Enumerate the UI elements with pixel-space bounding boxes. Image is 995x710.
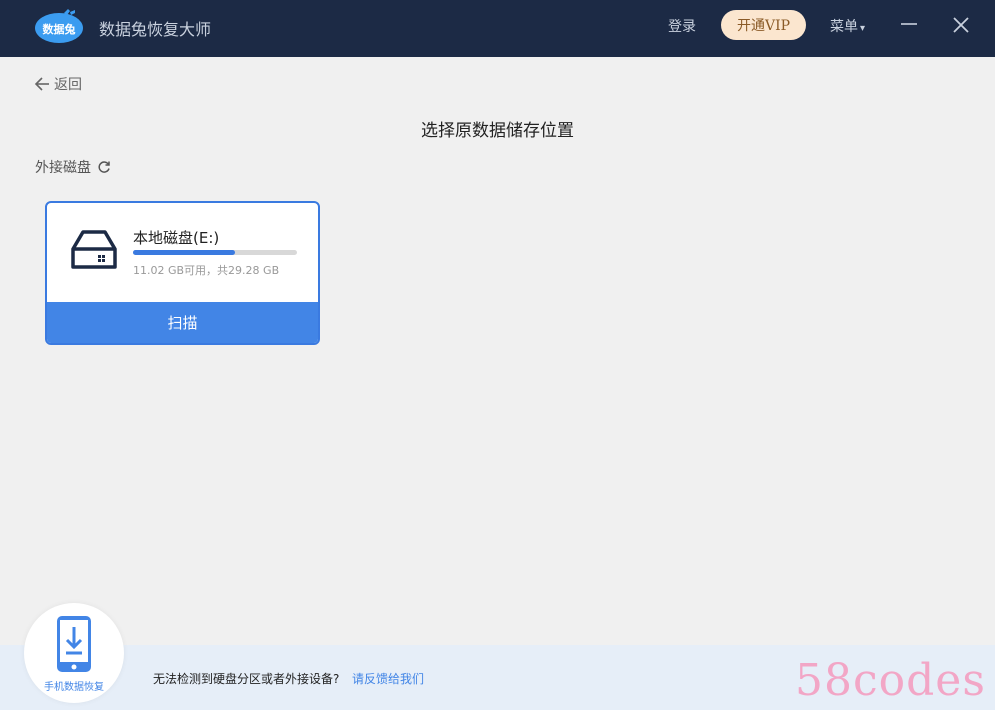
disk-usage-fill (133, 250, 235, 255)
section-header: 外接磁盘 (35, 157, 111, 177)
menu-button[interactable]: 菜单 ▾ (830, 16, 865, 36)
back-label: 返回 (54, 77, 82, 93)
title-bar: 数据兔 数据兔恢复大师 登录 开通VIP 菜单 ▾ (0, 0, 995, 57)
disk-card[interactable]: 本地磁盘(E:) 11.02 GB可用，共29.28 GB 扫描 (45, 201, 320, 345)
page-title: 选择原数据储存位置 (421, 121, 574, 141)
scan-button[interactable]: 扫描 (47, 302, 318, 343)
arrow-left-icon (34, 77, 49, 91)
logo-text: 数据兔 (43, 22, 76, 36)
close-icon[interactable] (952, 16, 970, 34)
section-label: 外接磁盘 (35, 160, 91, 176)
back-button[interactable]: 返回 (34, 74, 82, 94)
chevron-down-icon: ▾ (860, 23, 866, 34)
bottom-prompt: 无法检测到硬盘分区或者外接设备? (153, 672, 340, 686)
disk-name: 本地磁盘(E:) (133, 229, 220, 247)
phone-download-icon (57, 616, 91, 672)
phone-recovery-label: 手机数据恢复 (44, 682, 104, 693)
app-logo-icon: 数据兔 (35, 9, 83, 43)
phone-recovery-button[interactable]: 手机数据恢复 (24, 603, 124, 703)
minimize-icon[interactable] (900, 16, 918, 34)
disk-usage-bar (133, 250, 297, 255)
menu-label: 菜单 (830, 19, 858, 35)
refresh-icon[interactable] (97, 160, 111, 174)
login-link[interactable]: 登录 (668, 16, 696, 36)
watermark: 58codes (795, 655, 986, 706)
vip-button[interactable]: 开通VIP (721, 10, 806, 40)
feedback-link[interactable]: 请反馈给我们 (352, 670, 424, 687)
app-title: 数据兔恢复大师 (99, 20, 212, 39)
disk-info: 11.02 GB可用，共29.28 GB (133, 264, 280, 277)
hard-drive-icon (71, 230, 117, 269)
